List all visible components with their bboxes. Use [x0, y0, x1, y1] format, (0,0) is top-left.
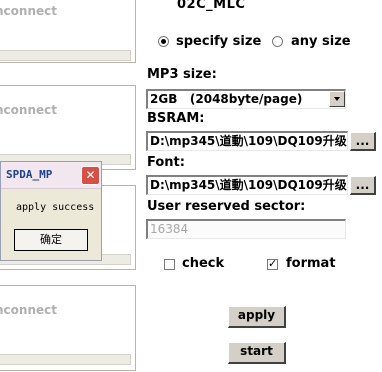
- device-status-label: nconnect: [0, 103, 57, 117]
- message-dialog: SPDA_MP ✕ apply success 确定: [0, 161, 102, 261]
- dialog-message: apply success: [16, 202, 95, 213]
- device-progress-bar: [0, 354, 131, 365]
- dialog-title: SPDA_MP: [6, 168, 53, 181]
- bsram-path-value: D:\mp345\道動\109\DQ109升级: [150, 134, 347, 148]
- font-path-value: D:\mp345\道動\109\DQ109升级: [150, 178, 347, 192]
- check-checkbox[interactable]: [164, 259, 175, 270]
- user-reserved-label: User reserved sector:: [147, 199, 306, 214]
- format-label[interactable]: format: [286, 256, 336, 271]
- format-checkbox[interactable]: [267, 257, 278, 270]
- specify-size-label[interactable]: specify size: [176, 34, 261, 49]
- specify-size-radio[interactable]: [158, 36, 169, 47]
- chevron-down-icon[interactable]: [329, 91, 345, 107]
- device-panel-1: nconnect: [0, 0, 136, 63]
- bsram-browse-button[interactable]: ...: [350, 132, 376, 151]
- user-reserved-value: 16384: [150, 222, 189, 236]
- apply-button[interactable]: apply: [228, 306, 286, 328]
- close-icon[interactable]: ✕: [81, 166, 100, 185]
- flash-type-label: 02C_MLC: [177, 0, 246, 12]
- mp3-size-value: 2GB (2048byte/page): [150, 92, 303, 106]
- font-label: Font:: [147, 155, 185, 170]
- dialog-titlebar[interactable]: SPDA_MP ✕: [1, 162, 101, 189]
- mp3-size-select[interactable]: 2GB (2048byte/page): [146, 89, 346, 109]
- font-path-field[interactable]: D:\mp345\道動\109\DQ109升级: [146, 175, 348, 195]
- start-button[interactable]: start: [228, 342, 286, 364]
- any-size-label[interactable]: any size: [291, 34, 351, 49]
- device-status-label: nconnect: [0, 303, 57, 317]
- device-panel-4: nconnect: [0, 285, 136, 371]
- device-status-label: nconnect: [0, 4, 57, 18]
- ok-button[interactable]: 确定: [14, 229, 88, 251]
- device-panel-2: nconnect: [0, 85, 136, 170]
- any-size-radio[interactable]: [272, 36, 283, 47]
- device-progress-bar: [0, 50, 131, 61]
- font-browse-button[interactable]: ...: [350, 176, 376, 195]
- bsram-path-field[interactable]: D:\mp345\道動\109\DQ109升级: [146, 131, 348, 151]
- mp3-size-label: MP3 size:: [147, 67, 217, 82]
- bsram-label: BSRAM:: [147, 111, 205, 126]
- check-label[interactable]: check: [182, 256, 224, 271]
- user-reserved-field: 16384: [146, 219, 346, 239]
